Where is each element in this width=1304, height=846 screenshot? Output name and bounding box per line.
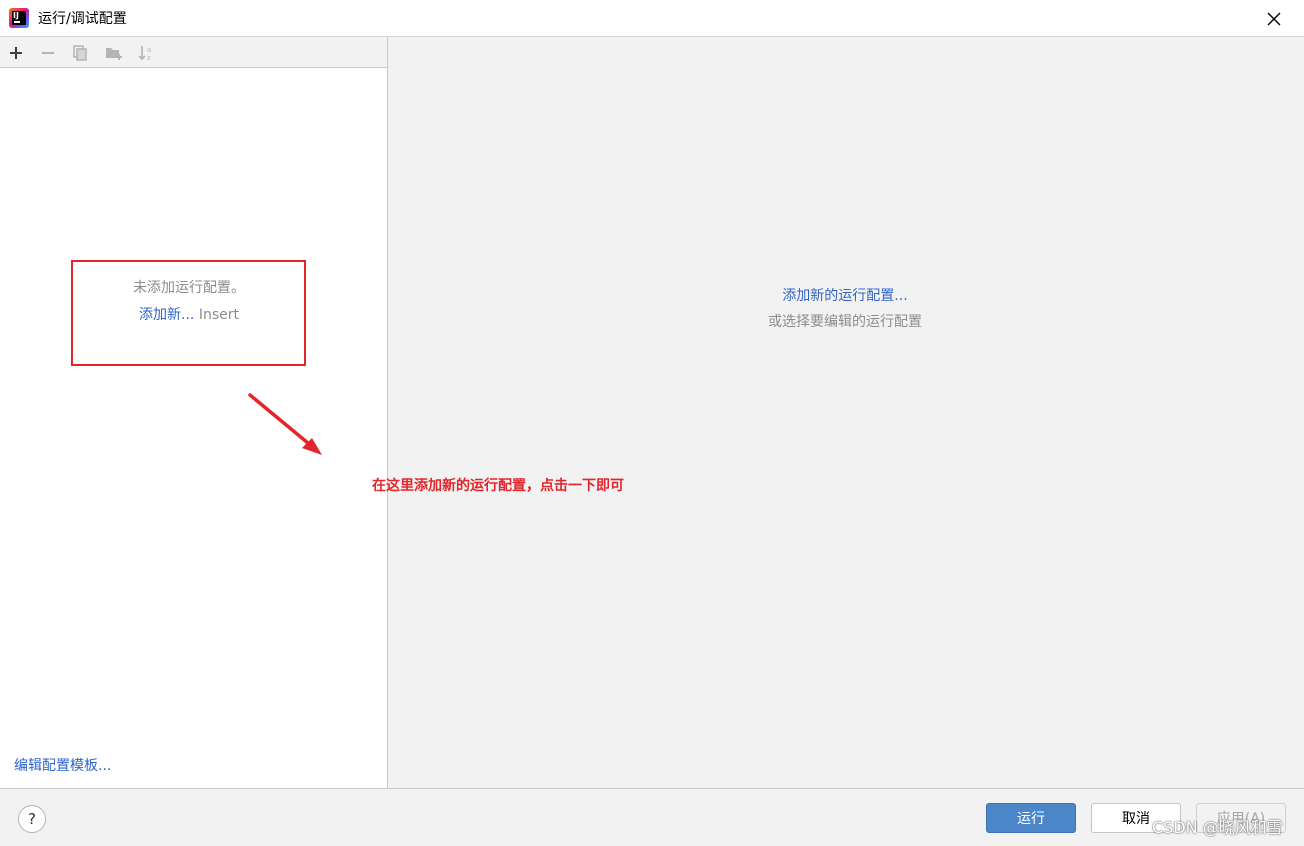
watermark: CSDN @晓风和雪: [1152, 818, 1283, 837]
edit-configuration-templates-link[interactable]: 编辑配置模板...: [14, 755, 111, 775]
sort-icon: a z: [138, 46, 151, 62]
annotation-text: 在这里添加新的运行配置，点击一下即可: [372, 478, 624, 494]
svg-text:a: a: [147, 46, 151, 54]
help-button[interactable]: ?: [18, 805, 46, 833]
title-bar: IJ 运行/调试配置: [0, 0, 1304, 37]
run-debug-config-dialog: IJ 运行/调试配置 a z 未添加运行配置。 添加新... Insert 编辑…: [0, 0, 1304, 846]
move-to-folder-button[interactable]: [103, 42, 125, 64]
add-new-run-configuration-link[interactable]: 添加新的运行配置...: [782, 288, 907, 304]
copy-configuration-button[interactable]: [69, 42, 91, 64]
copy-icon: [73, 45, 87, 61]
run-button[interactable]: 运行: [986, 803, 1076, 833]
select-configuration-hint: 或选择要编辑的运行配置: [768, 314, 922, 330]
sort-configurations-button[interactable]: a z: [135, 42, 157, 64]
dialog-button-bar: ? 运行 取消 应用(A): [0, 788, 1304, 846]
remove-icon: [42, 52, 54, 54]
list-toolbar: a z: [0, 37, 387, 68]
intellij-idea-icon: IJ: [9, 8, 29, 28]
svg-text:z: z: [147, 54, 151, 62]
annotation-arrow-icon: [248, 393, 322, 455]
close-button[interactable]: [1262, 7, 1286, 31]
close-icon: [1267, 12, 1281, 26]
window-title: 运行/调试配置: [38, 11, 127, 27]
add-configuration-button[interactable]: [5, 42, 27, 64]
add-icon: [10, 47, 22, 59]
folder-add-icon: [106, 48, 122, 60]
annotation-highlight-box: [71, 260, 306, 366]
configuration-detail-panel: 添加新的运行配置... 或选择要编辑的运行配置: [389, 37, 1304, 788]
help-icon: ?: [28, 810, 36, 828]
remove-configuration-button[interactable]: [37, 42, 59, 64]
